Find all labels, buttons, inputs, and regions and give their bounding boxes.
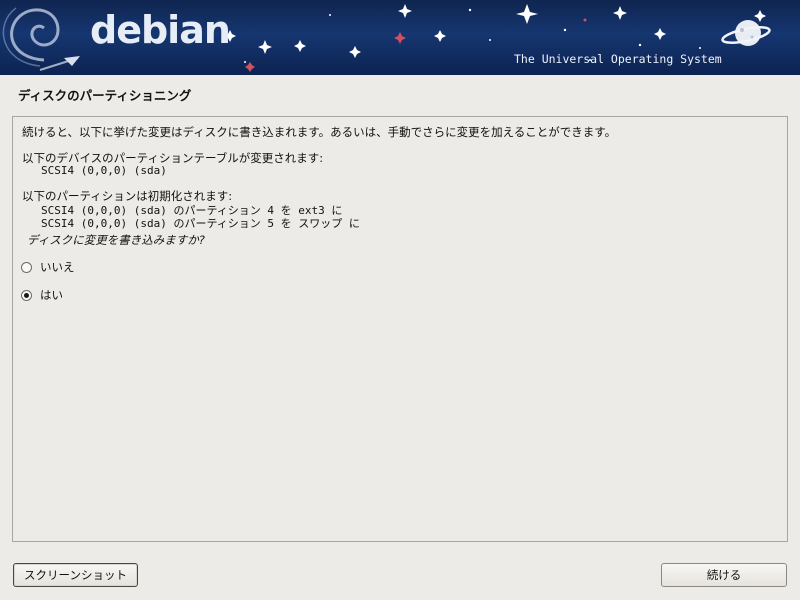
radio-button-selected[interactable] <box>21 289 32 301</box>
banner-tagline: The Universal Operating System <box>514 52 722 66</box>
planet-icon <box>721 20 771 46</box>
page-title: ディスクのパーティショニング <box>18 88 192 103</box>
option-yes[interactable]: はい <box>21 287 63 303</box>
option-label[interactable]: はい <box>40 287 63 303</box>
debian-logo-text: debian <box>90 8 231 52</box>
confirm-question: ディスクに変更を書き込みますか? <box>27 233 205 247</box>
debian-banner: debian The Universal Operating System <box>0 0 800 75</box>
debian-swirl-logo <box>2 7 60 67</box>
continue-button[interactable]: 続ける <box>661 563 787 587</box>
main-panel: 続けると、以下に挙げた変更はディスクに書き込まれます。あるいは、手動でさらに変更… <box>12 116 788 542</box>
radio-button[interactable] <box>21 261 32 273</box>
intro-text: 続けると、以下に挙げた変更はディスクに書き込まれます。あるいは、手動でさらに変更… <box>22 125 617 139</box>
option-no[interactable]: いいえ <box>21 259 75 275</box>
partition-item: SCSI4 (0,0,0) (sda) のパーティション 5 を スワップ に <box>41 217 360 230</box>
screenshot-button[interactable]: スクリーンショット <box>13 563 138 587</box>
option-label[interactable]: いいえ <box>40 259 75 275</box>
device-item: SCSI4 (0,0,0) (sda) <box>41 164 167 177</box>
